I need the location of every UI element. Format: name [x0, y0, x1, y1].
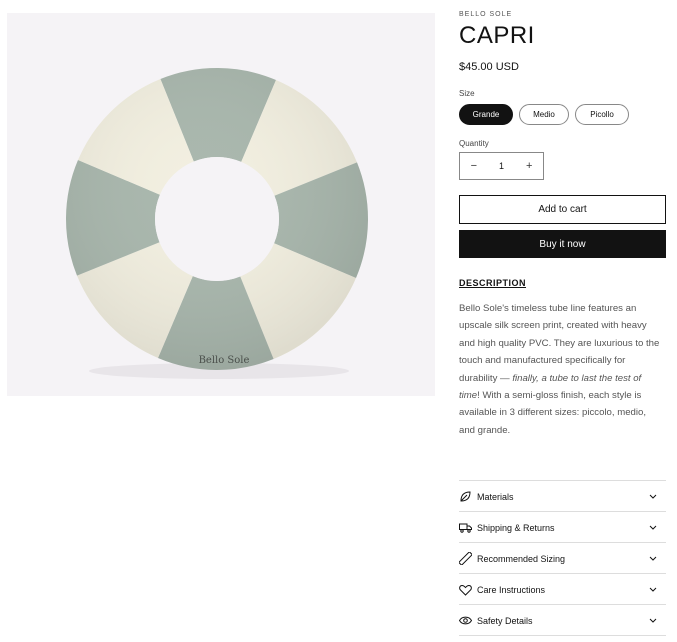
add-to-cart-button[interactable]: Add to cart	[459, 195, 666, 224]
accordion-label: Materials	[477, 491, 514, 502]
description-part2: ! With a semi-gloss finish, each style i…	[459, 390, 647, 436]
size-option-medio[interactable]: Medio	[519, 104, 569, 125]
accordion-label: Safety Details	[477, 615, 533, 626]
truck-icon	[459, 521, 473, 535]
chevron-down-icon	[648, 554, 658, 564]
swim-ring-image: Bello Sole	[66, 68, 368, 379]
accordion-materials[interactable]: Materials	[459, 480, 666, 512]
accordion-bottom-divider	[459, 635, 666, 636]
chevron-down-icon	[648, 523, 658, 533]
chevron-down-icon	[648, 585, 658, 595]
size-options: Grande Medio Picollo	[459, 104, 629, 125]
size-option-picollo[interactable]: Picollo	[575, 104, 629, 125]
product-image[interactable]: Bello Sole	[7, 13, 435, 396]
quantity-increase-button[interactable]: +	[515, 160, 543, 172]
accordion-safety-details[interactable]: Safety Details	[459, 604, 666, 636]
brand-logo-text: Bello Sole	[199, 355, 250, 366]
size-option-grande[interactable]: Grande	[459, 104, 513, 125]
size-label: Size	[459, 89, 475, 98]
quantity-input[interactable]: 1	[488, 161, 516, 171]
quantity-label: Quantity	[459, 139, 489, 148]
product-title: CAPRI	[459, 22, 535, 49]
product-price: $45.00 USD	[459, 61, 519, 73]
description-text: Bello Sole's timeless tube line features…	[459, 300, 664, 439]
heart-icon	[459, 583, 473, 597]
description-part1: Bello Sole's timeless tube line features…	[459, 303, 660, 384]
chevron-down-icon	[648, 492, 658, 502]
vendor-name: BELLO SOLE	[459, 11, 513, 18]
chevron-down-icon	[648, 616, 658, 626]
accordion-shipping-returns[interactable]: Shipping & Returns	[459, 511, 666, 543]
accordion-label: Care Instructions	[477, 584, 546, 595]
ruler-icon	[459, 552, 473, 566]
eye-icon	[459, 614, 473, 628]
accordion-label: Recommended Sizing	[477, 553, 566, 564]
quantity-stepper: − 1 +	[459, 152, 544, 180]
description-heading: DESCRIPTION	[459, 278, 527, 288]
quantity-decrease-button[interactable]: −	[460, 160, 488, 172]
leaf-icon	[459, 490, 473, 504]
accordion-care-instructions[interactable]: Care Instructions	[459, 573, 666, 605]
accordion-recommended-sizing[interactable]: Recommended Sizing	[459, 542, 666, 574]
buy-now-button[interactable]: Buy it now	[459, 230, 666, 258]
accordion-label: Shipping & Returns	[477, 522, 555, 533]
